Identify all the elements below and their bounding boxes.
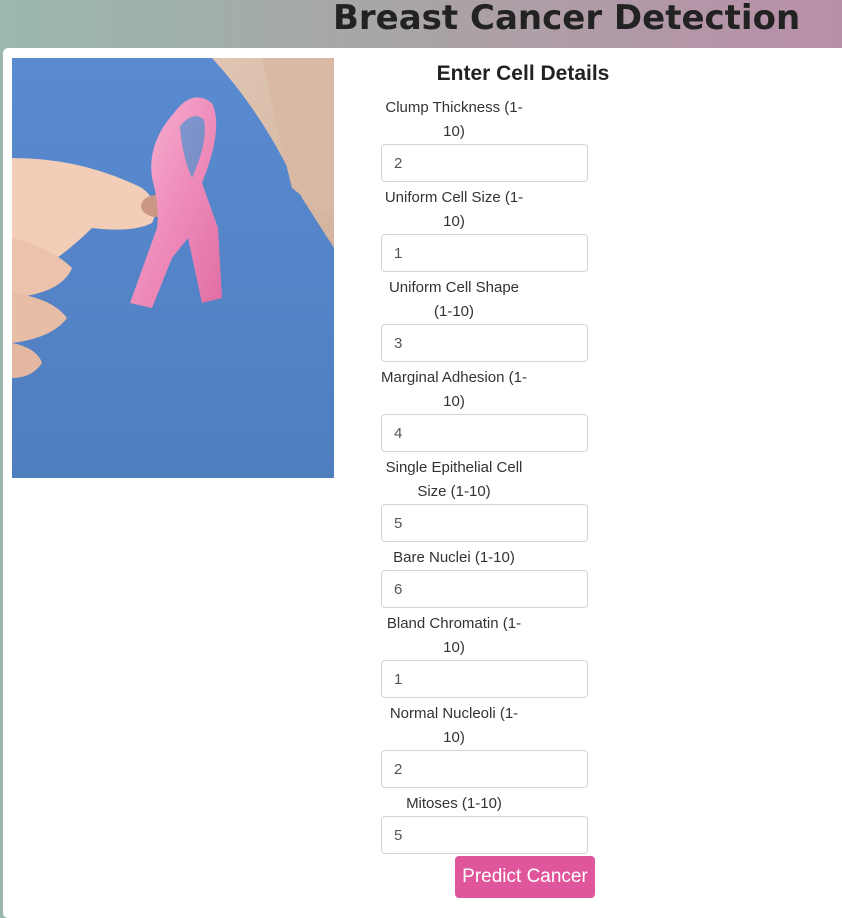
main-card: Enter Cell Details Clump Thickness (1-10… <box>3 48 842 918</box>
marginal-adhesion-label: Marginal Adhesion (1-10) <box>381 369 527 410</box>
normal-nucleoli-label: Normal Nucleoli (1-10) <box>389 705 519 746</box>
form-heading: Enter Cell Details <box>436 62 610 85</box>
uniform-cell-size-label: Uniform Cell Size (1-10) <box>384 189 524 230</box>
normal-nucleoli-input[interactable] <box>381 750 588 788</box>
uniform-cell-shape-label: Uniform Cell Shape (1-10) <box>388 279 520 320</box>
bland-chromatin-input[interactable] <box>381 660 588 698</box>
single-epithelial-cell-size-label: Single Epithelial Cell Size (1-10) <box>385 459 523 500</box>
marginal-adhesion-input[interactable] <box>381 414 588 452</box>
predict-cancer-button[interactable]: Predict Cancer <box>455 856 595 898</box>
single-epithelial-cell-size-input[interactable] <box>381 504 588 542</box>
clump-thickness-label: Clump Thickness (1-10) <box>385 99 523 140</box>
pink-ribbon-image <box>12 58 334 478</box>
bland-chromatin-label: Bland Chromatin (1-10) <box>386 615 522 656</box>
uniform-cell-shape-input[interactable] <box>381 324 588 362</box>
mitoses-input[interactable] <box>381 816 588 854</box>
clump-thickness-input[interactable] <box>381 144 588 182</box>
uniform-cell-size-input[interactable] <box>381 234 588 272</box>
mitoses-label: Mitoses (1-10) <box>406 795 502 812</box>
bare-nuclei-input[interactable] <box>381 570 588 608</box>
bare-nuclei-label: Bare Nuclei (1-10) <box>393 549 515 566</box>
page-title: Breast Cancer Detection <box>333 0 801 38</box>
